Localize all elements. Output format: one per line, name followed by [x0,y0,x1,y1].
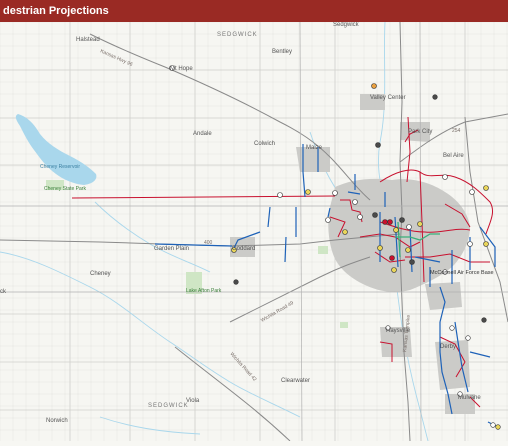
park-cheney-state: Cheney State Park [44,186,86,192]
app-title: destrian Projections [3,5,109,17]
app-header: destrian Projections [0,0,508,22]
county-label-south: SEDGWICK [148,403,189,409]
place-sedgwick: Sedgwick [333,22,360,28]
county-label-north: SEDGWICK [217,32,258,38]
place-viola: Viola [186,398,200,404]
place-halstead: Halstead [76,37,100,43]
place-clearwater: Clearwater [281,378,310,384]
place-colwich: Colwich [254,141,275,147]
place-bel-aire: Bel Aire [443,153,464,159]
lake-cheney-reservoir: Cheney Reservoir [40,164,80,170]
map-canvas[interactable]: SEDGWICK SEDGWICK Sedgwick Bentley Halst… [0,21,508,442]
place-goddard: Goddard [232,246,255,252]
place-cheney: Cheney [90,271,111,277]
road-label-254: 254 [452,128,461,134]
place-mcconnell-afb: McConnell Air Force Base [430,270,494,276]
place-garden-plain: Garden Plain [154,246,189,252]
place-ck: ck [0,289,7,295]
place-norwich: Norwich [46,418,68,424]
road-label-400: 400 [204,240,213,246]
place-valley-center: Valley Center [370,95,406,101]
place-park-city: Park City [408,129,432,135]
park-lake-afton: Lake Afton Park [186,288,222,294]
place-mt-hope: Mt Hope [170,66,193,72]
place-maize: Maize [306,145,323,151]
place-bentley: Bentley [272,49,292,55]
place-mulvane: Mulvane [458,395,481,401]
place-derby: Derby [440,344,456,350]
map-view[interactable]: SEDGWICK SEDGWICK Sedgwick Bentley Halst… [0,21,508,442]
place-andale: Andale [193,131,212,137]
